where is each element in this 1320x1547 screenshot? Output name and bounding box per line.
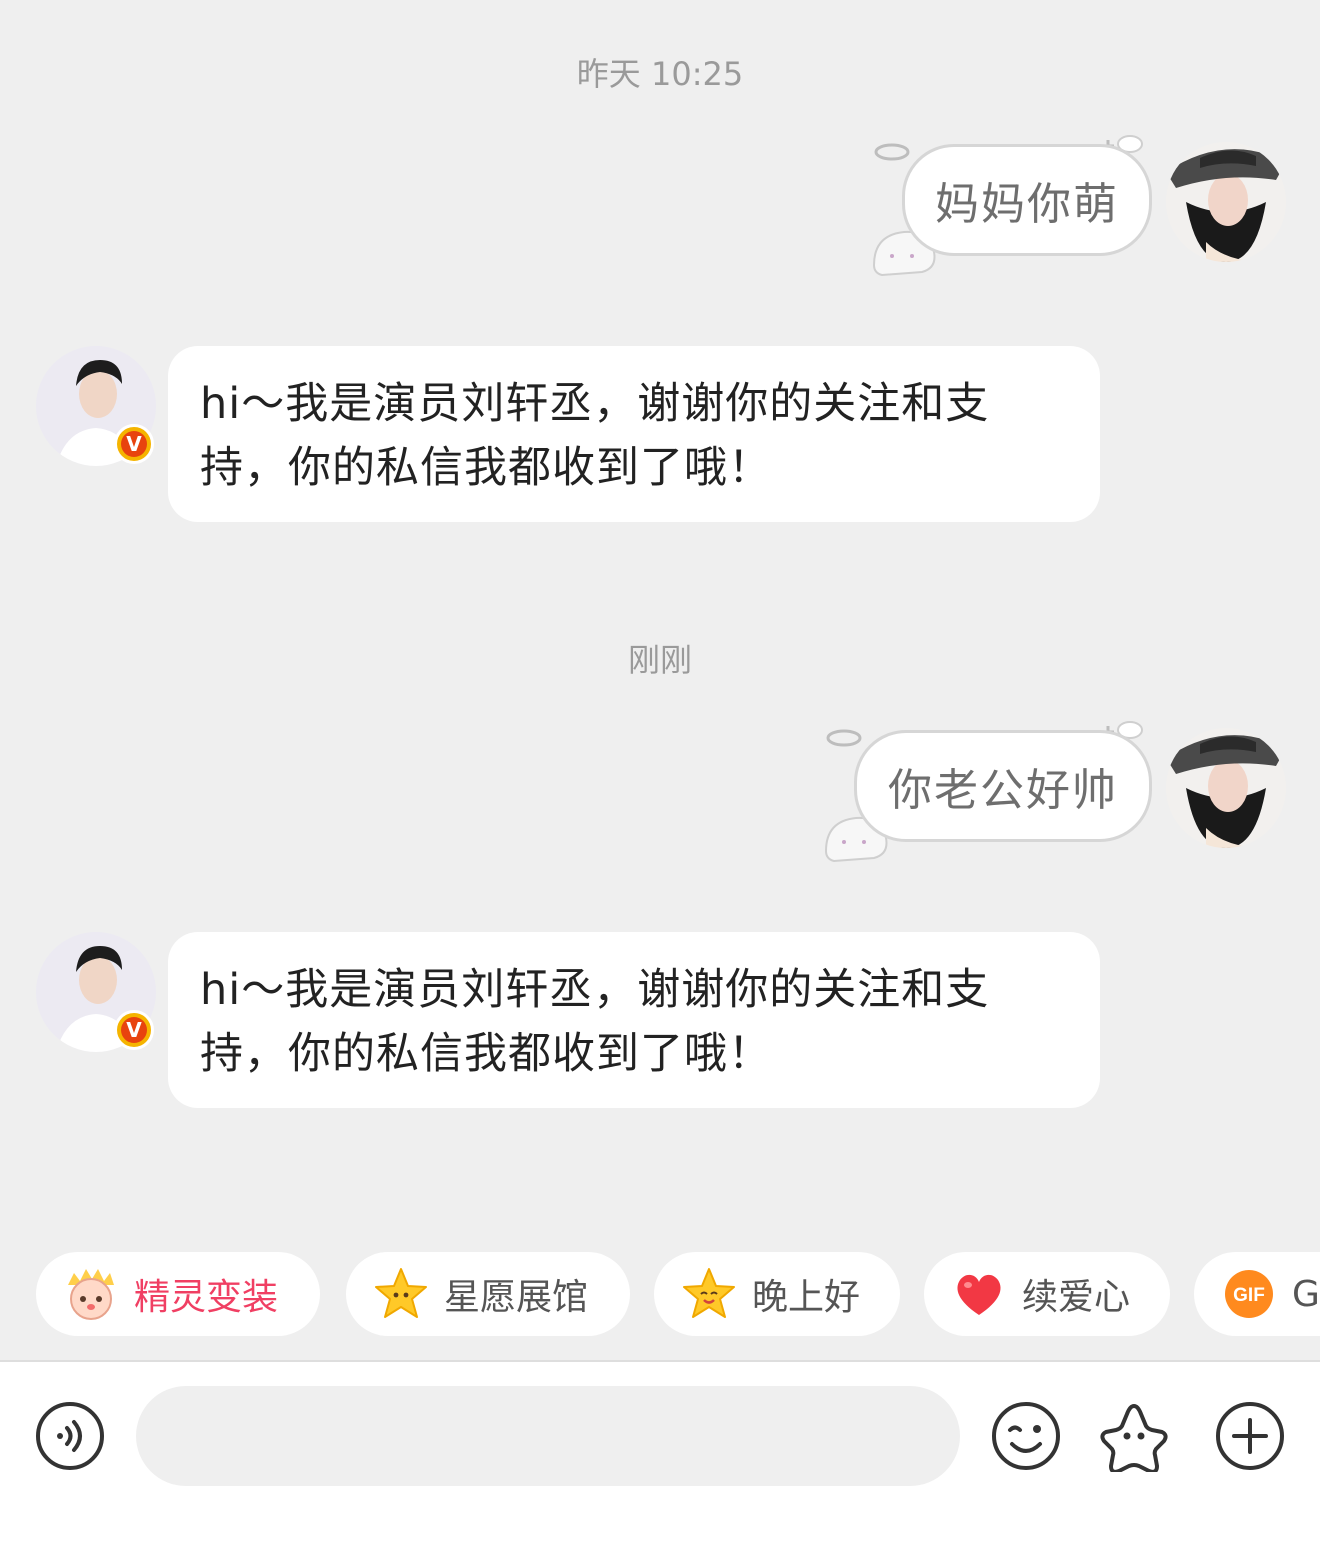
quick-action-sprite-dressup[interactable]: 精灵变装 [36, 1252, 320, 1336]
quick-action-good-evening[interactable]: 晚上好 [654, 1252, 900, 1336]
heart-icon [957, 1274, 1001, 1315]
emoji-icon[interactable] [990, 1400, 1062, 1472]
quick-action-star-wish[interactable]: 星愿展馆 [346, 1252, 630, 1336]
star-face-icon [683, 1268, 735, 1318]
user-avatar-image [1166, 142, 1286, 262]
chip-label: 精灵变装 [134, 1277, 279, 1318]
verified-badge: V [114, 424, 154, 464]
svg-text:GIF: GIF [1233, 1285, 1265, 1306]
message-line: hi～我是演员刘轩丞，谢谢你的关注和支 [200, 379, 990, 429]
voice-icon[interactable] [34, 1400, 106, 1472]
chip-label: 续爱心 [1022, 1277, 1131, 1318]
quick-action-bar: 精灵变装 星愿展馆 晚上好 续爱心 GIF GIF [0, 1252, 1320, 1336]
incoming-bubble[interactable]: hi～我是演员刘轩丞，谢谢你的关注和支 持，你的私信我都收到了哦！ [168, 346, 1100, 522]
message-line: hi～我是演员刘轩丞，谢谢你的关注和支 [200, 965, 990, 1015]
timestamp: 刚刚 [627, 641, 692, 679]
outgoing-bubble[interactable]: 妈妈你萌 [902, 144, 1152, 256]
sticker-star-icon[interactable] [1098, 1400, 1170, 1472]
message-input[interactable] [136, 1386, 960, 1486]
user-avatar[interactable] [1166, 142, 1286, 262]
gif-icon: GIF [1225, 1270, 1273, 1318]
timestamp: 昨天 10:25 [576, 55, 744, 93]
message-toolbar [0, 1360, 1320, 1547]
quick-action-gif[interactable]: GIF GIF [1194, 1252, 1320, 1336]
chip-label: 晚上好 [752, 1277, 861, 1318]
star-icon [375, 1268, 427, 1318]
user-avatar[interactable] [1166, 728, 1286, 848]
chip-label: GIF [1292, 1273, 1320, 1315]
outgoing-bubble[interactable]: 你老公好帅 [854, 730, 1152, 842]
quick-action-renew-heart[interactable]: 续爱心 [924, 1252, 1170, 1336]
verified-v: V [121, 1017, 147, 1043]
sprite-icon [68, 1269, 114, 1320]
user-avatar-image [1166, 728, 1286, 848]
chip-label: 星愿展馆 [444, 1277, 589, 1318]
message-line: 持，你的私信我都收到了哦！ [200, 443, 772, 493]
plus-icon[interactable] [1214, 1400, 1286, 1472]
message-line: 持，你的私信我都收到了哦！ [200, 1029, 772, 1079]
verified-v: V [121, 431, 147, 457]
verified-badge: V [114, 1010, 154, 1050]
incoming-bubble[interactable]: hi～我是演员刘轩丞，谢谢你的关注和支 持，你的私信我都收到了哦！ [168, 932, 1100, 1108]
